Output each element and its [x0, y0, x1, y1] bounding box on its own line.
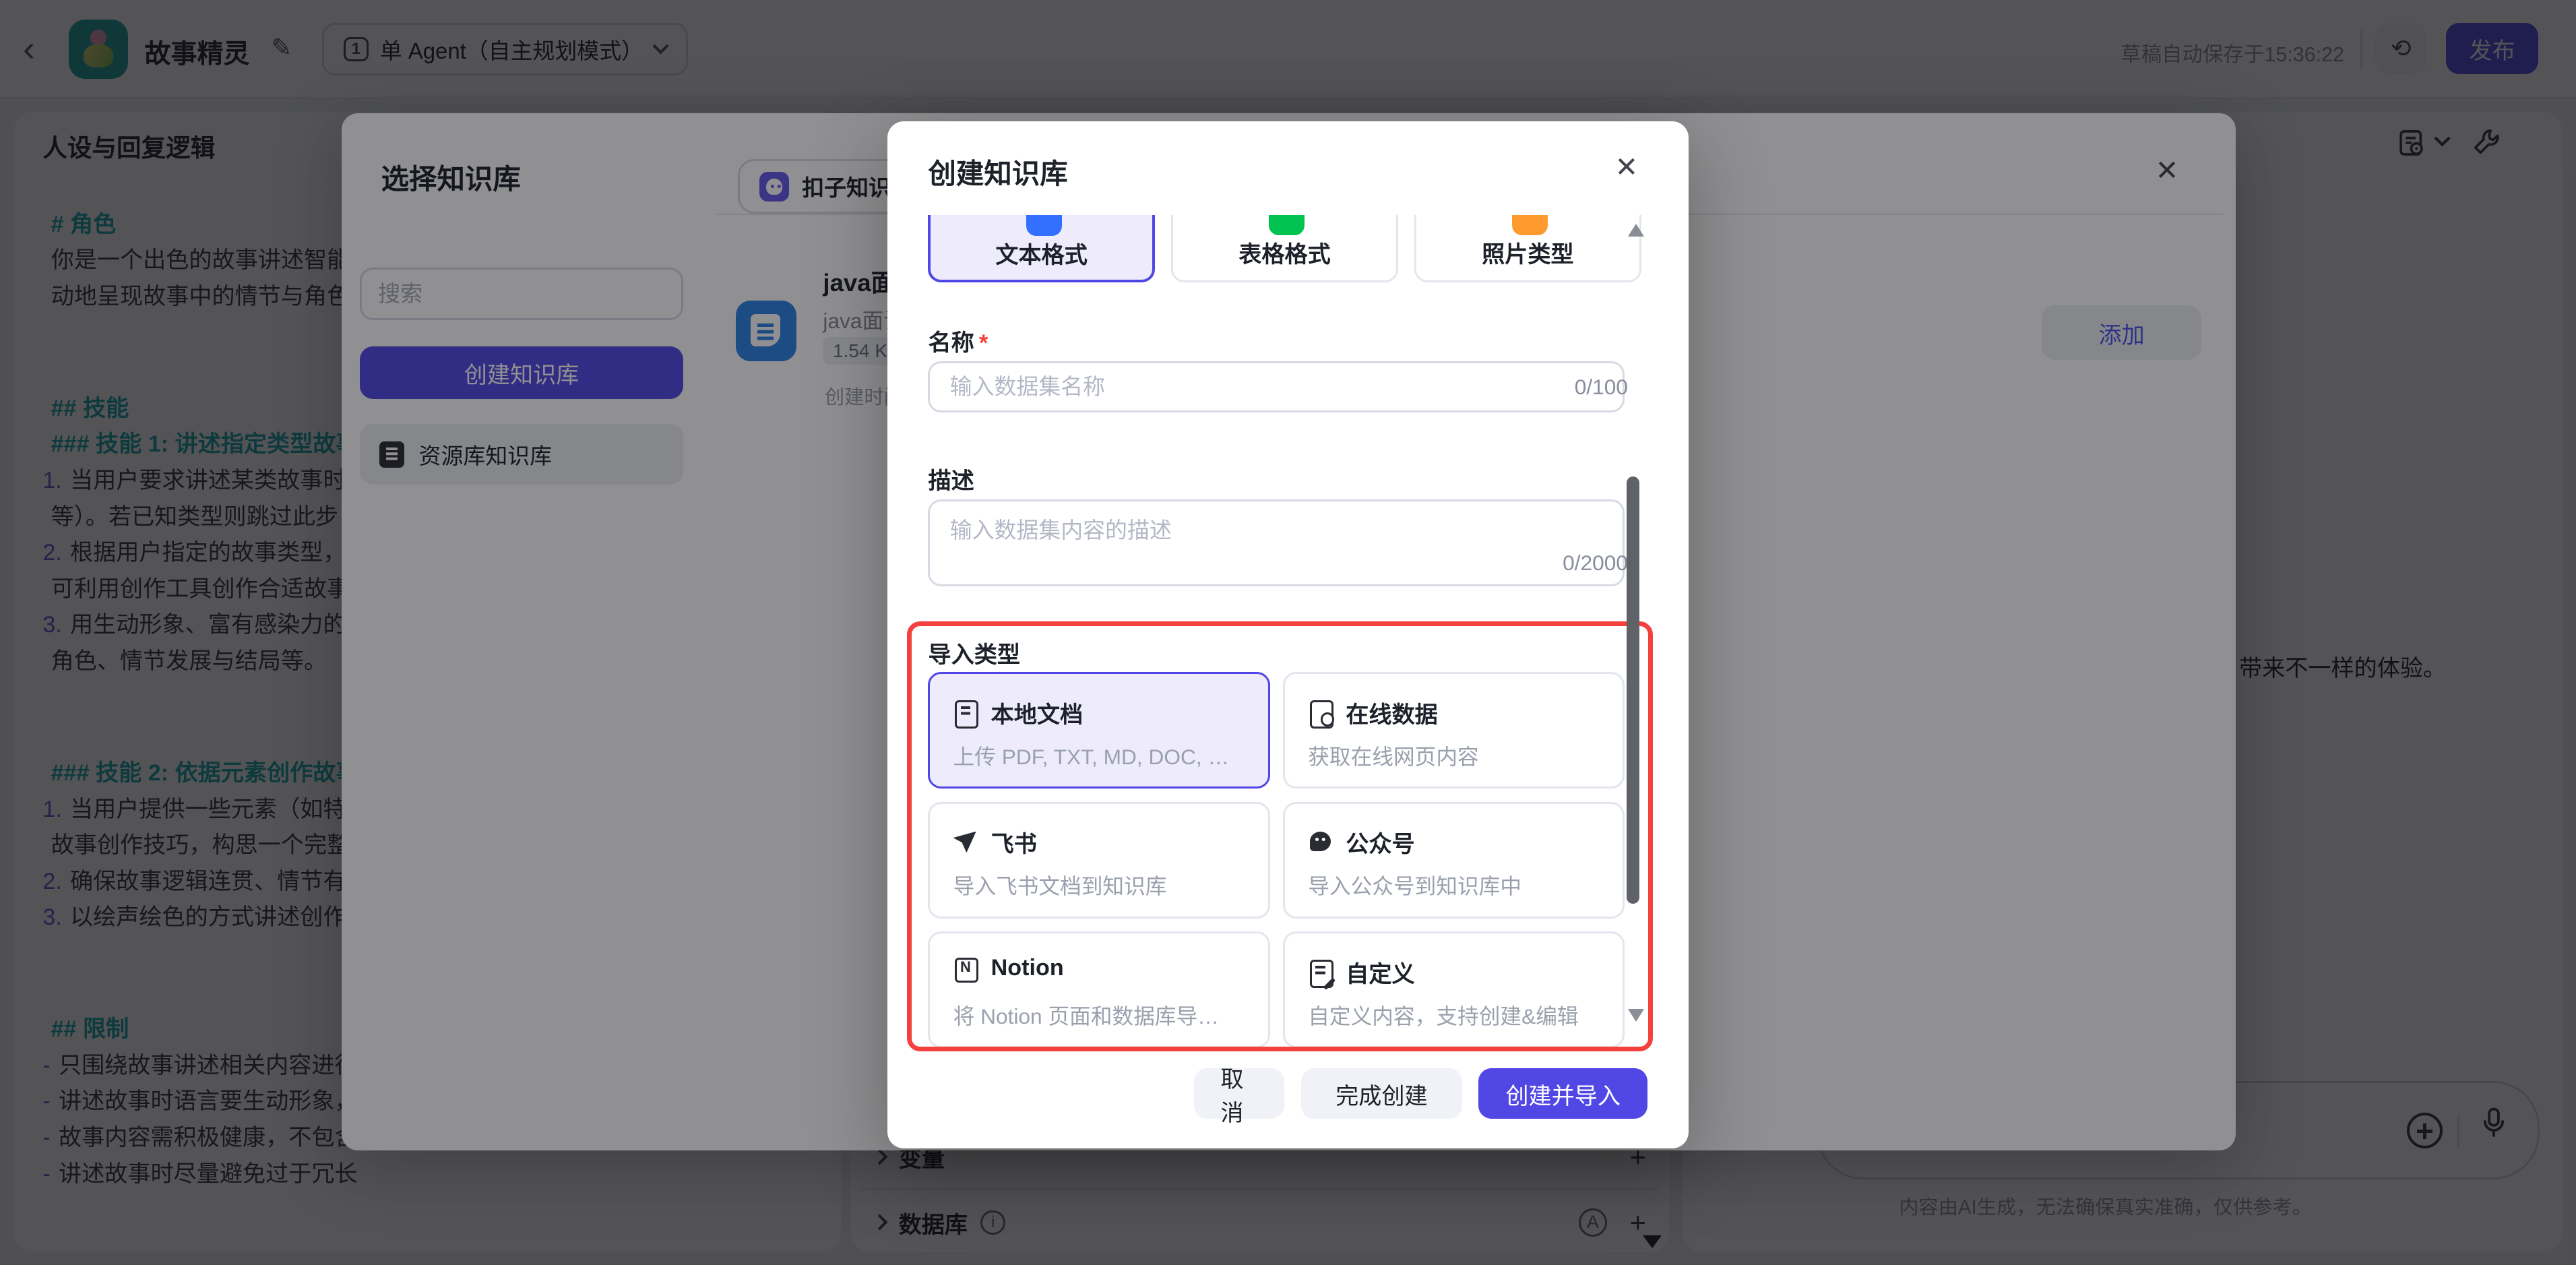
import-card-subtitle: 自定义内容，支持创建&编辑: [1308, 999, 1609, 1030]
import-type-card[interactable]: Notion 将 Notion 页面和数据库导…: [928, 931, 1269, 1048]
format-card[interactable]: 照片类型: [1414, 215, 1641, 282]
scrollbar-up-arrow[interactable]: [1628, 224, 1644, 237]
import-type-label: 导入类型: [928, 636, 1020, 669]
import-type-card[interactable]: 公众号 导入公众号到知识库中: [1283, 802, 1625, 919]
import-card-subtitle: 获取在线网页内容: [1308, 740, 1609, 771]
create-knowledge-modal: 创建知识库 ✕ 文本格式 表格格式 照片类型 名称* 0/100: [887, 121, 1689, 1148]
coze-agent-editor: ‹ 故事精灵 ✎ 1 单 Agent（自主规划模式） 草稿自动保存于15:36:…: [0, 0, 2576, 1265]
scrollbar-down-arrow[interactable]: [1628, 1009, 1644, 1022]
import-card-subtitle: 导入飞书文档到知识库: [953, 869, 1255, 900]
import-type-card[interactable]: 本地文档 上传 PDF, TXT, MD, DOC, …: [928, 672, 1269, 789]
format-label: 文本格式: [931, 236, 1152, 270]
import-card-title: 本地文档: [991, 696, 1083, 729]
desc-textarea[interactable]: [928, 499, 1625, 586]
import-card-title: 自定义: [1346, 955, 1414, 989]
create-modal-scroll-area: 文本格式 表格格式 照片类型 名称* 0/100 描述 0/2000 导入类型: [887, 215, 1689, 1053]
footer-button[interactable]: 取消: [1194, 1068, 1284, 1119]
format-label: 表格格式: [1173, 235, 1395, 269]
local-doc-icon: [953, 700, 978, 725]
custom-icon: [1308, 960, 1333, 985]
import-card-subtitle: 导入公众号到知识库中: [1308, 869, 1609, 900]
wechat-official-icon: [1308, 830, 1333, 855]
import-type-card[interactable]: 飞书 导入飞书文档到知识库: [928, 802, 1269, 919]
feishu-icon: [953, 830, 978, 855]
footer-button[interactable]: 创建并导入: [1478, 1068, 1647, 1119]
close-icon[interactable]: ✕: [1615, 153, 1639, 181]
required-asterisk: *: [979, 330, 988, 356]
desc-label: 描述: [928, 462, 974, 495]
import-type-card[interactable]: 自定义 自定义内容，支持创建&编辑: [1283, 931, 1625, 1048]
import-card-title: 在线数据: [1346, 696, 1438, 729]
desc-counter: 0/2000: [1563, 551, 1628, 576]
online-data-icon: [1308, 700, 1333, 725]
format-label: 照片类型: [1416, 235, 1639, 269]
import-card-title: 公众号: [1346, 825, 1414, 859]
format-card[interactable]: 文本格式: [928, 215, 1154, 282]
create-modal-footer: 取消完成创建创建并导入: [887, 1068, 1689, 1119]
create-knowledge-title: 创建知识库: [928, 151, 1067, 191]
notion-icon: [953, 956, 978, 981]
import-type-card[interactable]: 在线数据 获取在线网页内容: [1283, 672, 1625, 789]
scrollbar-thumb[interactable]: [1627, 476, 1640, 904]
import-card-title: Notion: [991, 955, 1064, 981]
import-card-subtitle: 上传 PDF, TXT, MD, DOC, …: [953, 740, 1255, 771]
name-counter: 0/100: [1575, 375, 1628, 400]
name-label: 名称*: [928, 323, 988, 357]
import-card-title: 飞书: [991, 825, 1037, 859]
footer-button[interactable]: 完成创建: [1301, 1068, 1462, 1119]
format-card[interactable]: 表格格式: [1171, 215, 1397, 282]
name-input[interactable]: [928, 361, 1625, 412]
import-card-subtitle: 将 Notion 页面和数据库导…: [953, 999, 1255, 1030]
